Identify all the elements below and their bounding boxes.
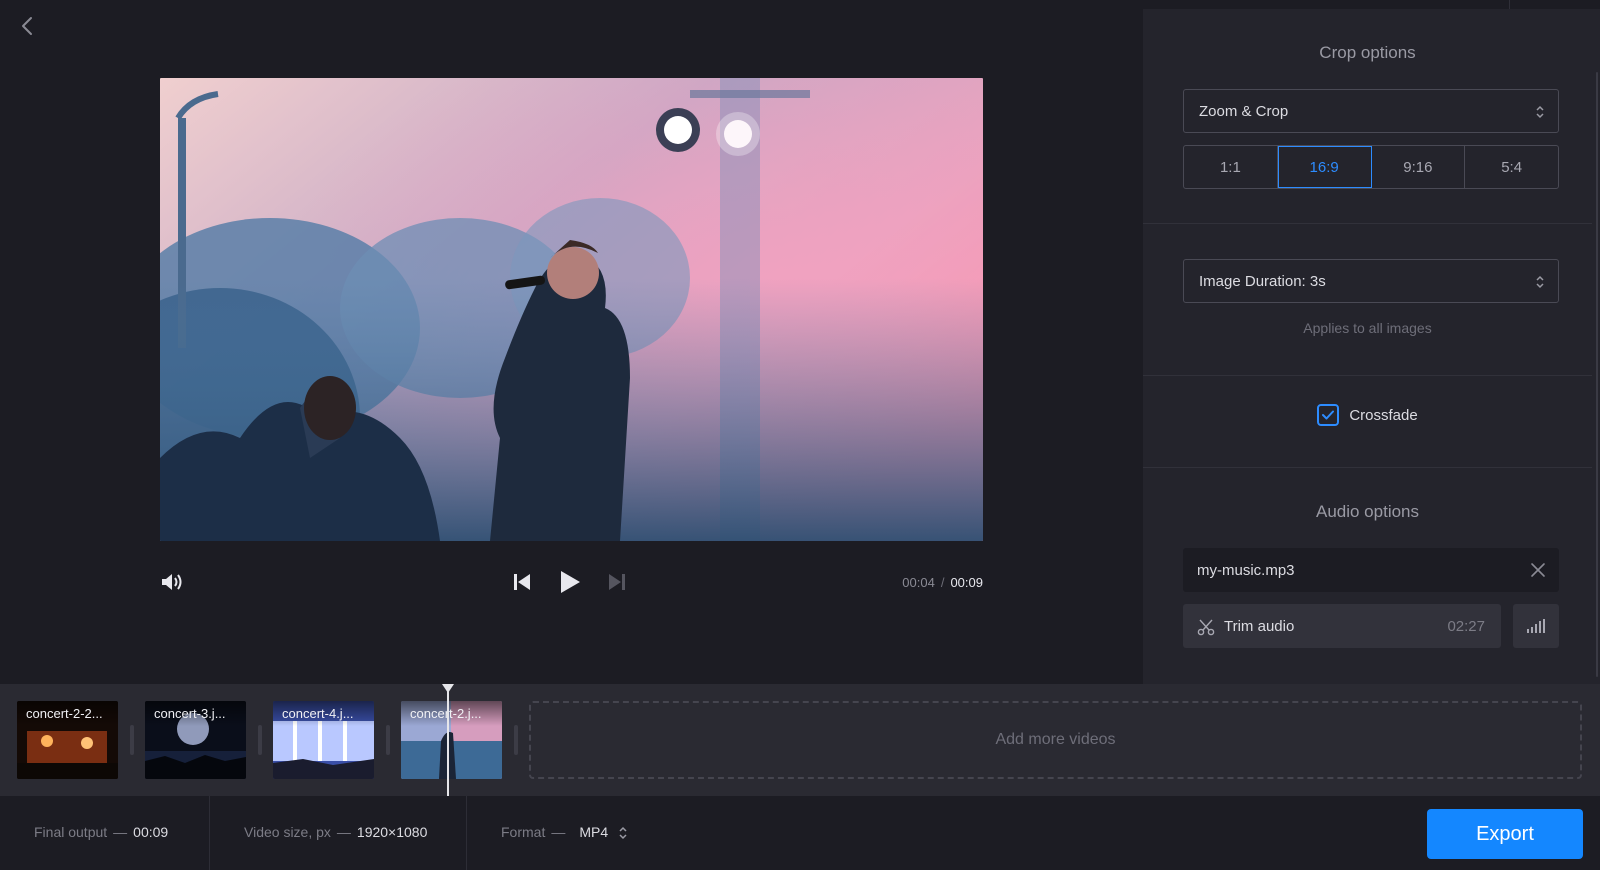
image-duration-section: Image Duration: 3s Applies to all images (1143, 224, 1592, 376)
format-selector[interactable]: Format — MP4 (501, 824, 628, 841)
skip-back-icon (514, 574, 530, 590)
playhead[interactable] (442, 684, 454, 796)
settings-panel: Crop options Zoom & Crop 1:1 16:9 9:16 5… (1143, 0, 1600, 684)
skip-forward-button[interactable] (607, 572, 629, 594)
video-preview (160, 78, 983, 541)
audio-volume-button[interactable] (1513, 604, 1559, 648)
final-output-info: Final output — 00:09 (34, 824, 168, 840)
crop-mode-value: Zoom & Crop (1199, 103, 1289, 120)
ratio-1-1-button[interactable]: 1:1 (1184, 146, 1278, 188)
select-arrows-icon (1536, 275, 1544, 289)
timecode: 00:04 / 00:09 (902, 575, 983, 590)
play-button[interactable] (559, 570, 583, 596)
ratio-16-9-button[interactable]: 16:9 (1277, 146, 1372, 188)
dash: — (113, 824, 128, 840)
clip-name: concert-2.j... (401, 701, 502, 726)
timeline-clip[interactable]: concert-4.j... (273, 701, 374, 779)
format-value: MP4 (579, 824, 609, 840)
audio-file-name: my-music.mp3 (1197, 562, 1295, 579)
crossfade-checkbox[interactable] (1317, 404, 1340, 426)
timeline-clip[interactable]: concert-2.j... (401, 701, 502, 779)
timeline-clip[interactable]: concert-3.j... (145, 701, 246, 779)
clip-divider-handle[interactable] (130, 725, 134, 755)
video-size-label: Video size, px (244, 824, 331, 840)
add-more-videos-dropzone[interactable]: Add more videos (529, 701, 1582, 779)
timeline-clip[interactable]: concert-2-2... (17, 701, 118, 779)
chevron-left-icon (22, 17, 32, 35)
preview-area: 00:04 / 00:09 (0, 0, 1143, 684)
format-label: Format (501, 824, 546, 840)
trim-audio-button[interactable]: Trim audio 02:27 (1183, 604, 1501, 648)
final-output-label: Final output (34, 824, 108, 840)
concert-image (160, 78, 983, 541)
playhead-marker-icon (442, 684, 454, 693)
panel-top-bar (1143, 0, 1600, 9)
play-icon (561, 571, 580, 593)
back-button[interactable] (14, 12, 40, 40)
trim-audio-label: Trim audio (1224, 618, 1295, 635)
playback-controls: 00:04 / 00:09 (160, 568, 983, 598)
ratio-5-4-button[interactable]: 5:4 (1465, 146, 1558, 188)
video-size-info: Video size, px — 1920×1080 (244, 824, 427, 840)
crossfade-label: Crossfade (1349, 406, 1418, 424)
duration-hint: Applies to all images (1303, 320, 1432, 336)
checkmark-icon (1322, 410, 1335, 420)
select-arrows-icon[interactable] (618, 825, 628, 841)
skip-back-button[interactable] (512, 572, 534, 594)
total-time: 00:09 (950, 575, 983, 590)
volume-button[interactable] (160, 571, 186, 595)
scissors-icon (1197, 619, 1215, 636)
crop-mode-select[interactable]: Zoom & Crop (1183, 89, 1559, 133)
video-size-value: 1920×1080 (356, 824, 428, 840)
clip-name: concert-4.j... (273, 701, 374, 726)
crop-options-title: Crop options (1319, 43, 1416, 62)
dash: — (336, 824, 351, 840)
crossfade-toggle[interactable]: Crossfade (1143, 404, 1592, 426)
footer-bar: Final output — 00:09 Video size, px — 1920×1… (0, 796, 1600, 870)
timeline: concert-2-2... concert-3.j... concert-4.… (0, 684, 1600, 796)
clip-divider-handle[interactable] (514, 725, 518, 755)
footer-divider (466, 796, 467, 870)
image-duration-select[interactable]: Image Duration: 3s (1183, 259, 1559, 303)
export-button[interactable]: Export (1427, 809, 1583, 859)
final-output-value: 00:09 (133, 824, 169, 840)
select-arrows-icon (1536, 105, 1544, 119)
clip-name: concert-3.j... (145, 701, 246, 726)
audio-duration: 02:27 (1447, 618, 1485, 635)
close-icon[interactable] (1529, 561, 1547, 579)
audio-options-section: Audio options my-music.mp3 Trim audio 02… (1143, 468, 1592, 684)
clip-name: concert-2-2... (17, 701, 118, 726)
volume-bars-icon (1527, 619, 1545, 633)
aspect-ratio-group: 1:1 16:9 9:16 5:4 (1183, 145, 1559, 189)
current-time: 00:04 (902, 575, 935, 590)
clip-divider-handle[interactable] (258, 725, 262, 755)
panel-scrollbar[interactable] (1596, 72, 1598, 677)
dash: — (551, 824, 566, 840)
ratio-9-16-button[interactable]: 9:16 (1372, 146, 1466, 188)
crop-options-section: Crop options Zoom & Crop 1:1 16:9 9:16 5… (1143, 9, 1592, 224)
audio-file-field[interactable]: my-music.mp3 (1183, 548, 1559, 592)
crossfade-section: Crossfade (1143, 376, 1592, 468)
image-duration-value: Image Duration: 3s (1199, 273, 1326, 290)
time-separator: / (940, 575, 945, 590)
clip-divider-handle[interactable] (386, 725, 390, 755)
audio-options-title: Audio options (1315, 502, 1420, 521)
footer-divider (209, 796, 210, 870)
volume-icon (162, 574, 182, 590)
skip-forward-icon (609, 574, 625, 590)
